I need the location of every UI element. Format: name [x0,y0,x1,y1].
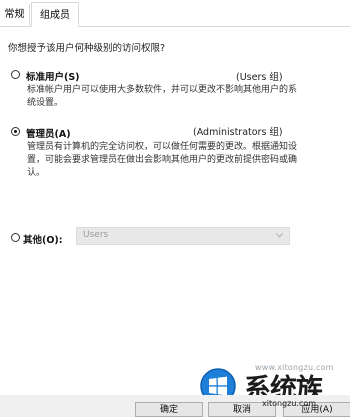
standard-user-label[interactable]: 标准用户(S) [26,69,80,83]
tab-group-membership[interactable]: 组成员 [31,2,79,27]
standard-user-description: 标准帐户用户可以使用大多数软件，并可以更改不影响其他用户的系统设置。 [27,85,298,108]
other-radio[interactable] [11,233,20,242]
user-properties-dialog: 常规 组成员 你想授予该用户何种级别的访问权限? 标准用户(S) (Users … [0,0,350,417]
tab-general[interactable]: 常规 [0,4,30,26]
administrator-radio[interactable] [11,127,20,136]
administrator-label[interactable]: 管理员(A) [26,126,71,140]
watermark-url-bottom: xitongzu.com [262,399,317,408]
tab-strip: 常规 组成员 [0,0,350,27]
chevron-down-icon [276,233,283,238]
administrators-group-label: (Administrators 组) [193,127,283,138]
ok-button[interactable]: 确定 [135,402,203,417]
other-label[interactable]: 其他(O): [23,232,63,246]
other-group-select-value: Users [83,230,109,240]
access-level-question: 你想授予该用户何种级别的访问权限? [8,43,166,54]
administrator-description: 管理员有计算机的完全访问权，可以做任何需要的更改。根据通知设置，可能会要求管理员… [27,142,298,178]
standard-user-radio[interactable] [11,70,20,79]
users-group-label: (Users 组) [236,72,283,83]
other-group-select[interactable]: Users [76,227,290,245]
